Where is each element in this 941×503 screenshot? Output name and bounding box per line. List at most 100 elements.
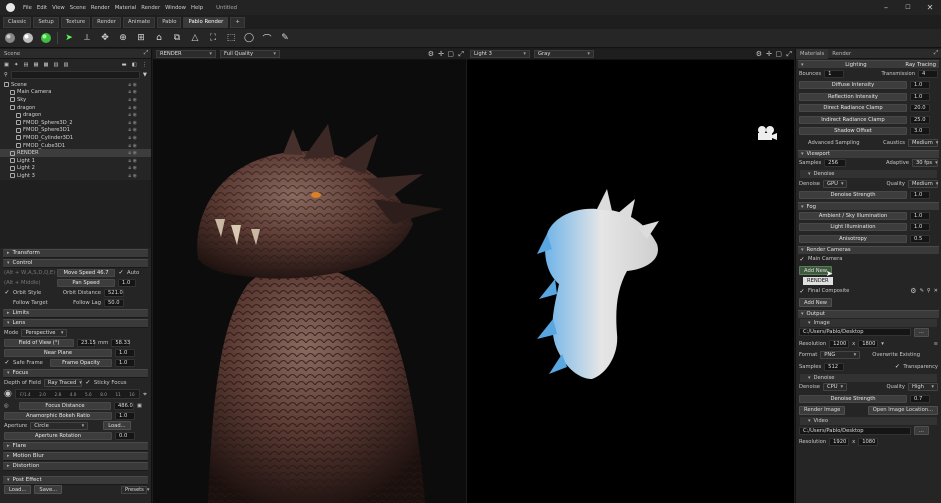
resolution-width-field[interactable]: 1200: [829, 339, 850, 348]
menu-render-2[interactable]: Render: [141, 5, 160, 11]
quality-dropdown[interactable]: Medium: [908, 179, 938, 188]
scene-tree-item[interactable]: Scene 🔒︎ ◉: [0, 81, 151, 89]
shadow-offset-field[interactable]: 3.0: [910, 127, 930, 136]
lock-visibility-icon[interactable]: 🔒︎ ◉: [128, 173, 137, 179]
subsection-output-denoise[interactable]: Denoise: [800, 373, 937, 382]
post-load-button[interactable]: Load...: [4, 485, 32, 495]
scene-tree-item[interactable]: dragon 🔒︎ ◉: [0, 104, 151, 112]
select-arrow-icon[interactable]: ➤: [62, 31, 76, 45]
scene-tree-item[interactable]: FMOD_Cylinder3D1 🔒︎ ◉: [0, 134, 151, 142]
focus-distance-slider[interactable]: Focus Distance: [19, 401, 111, 410]
tab-materials[interactable]: Materials: [796, 49, 829, 59]
camera-add-icon[interactable]: ▣: [4, 62, 9, 68]
ambient-slider[interactable]: Ambient / Sky Illumination: [799, 211, 907, 220]
quality-dropdown[interactable]: Full Quality: [220, 50, 280, 58]
fov-field[interactable]: 23.15: [77, 338, 96, 347]
crosshair-icon[interactable]: ✛: [438, 50, 444, 58]
aperture-rotation-field[interactable]: 0.0: [115, 431, 135, 440]
pan-speed-slider[interactable]: Pan Speed: [57, 278, 115, 287]
reflection-intensity-field[interactable]: 1.0: [910, 92, 930, 101]
camera-icon[interactable]: [756, 125, 778, 146]
follow-target-checkbox[interactable]: [4, 300, 10, 306]
light-viewport[interactable]: Light 3 Gray ⚙ ✛ ▢ ⤢: [467, 49, 794, 503]
aperture-load-button[interactable]: Load...: [103, 421, 131, 431]
film-icon[interactable]: ▦: [33, 62, 38, 68]
camera-dropdown[interactable]: Light 3: [470, 50, 530, 58]
near-plane-field[interactable]: 1.0: [115, 348, 135, 357]
scene-tree-item[interactable]: FMOD_Sphere3D_2 🔒︎ ◉: [0, 119, 151, 127]
lock-visibility-icon[interactable]: 🔒︎ ◉: [128, 127, 137, 133]
menu-edit[interactable]: Edit: [37, 5, 47, 11]
aperture-dropdown[interactable]: Circle: [30, 421, 89, 430]
focus-distance-field[interactable]: 486.0: [114, 401, 134, 410]
advanced-sampling-checkbox[interactable]: [799, 140, 805, 146]
output-denoise-dropdown[interactable]: CPU: [822, 383, 847, 392]
indirect-clamp-field[interactable]: 25.0: [910, 115, 930, 124]
scene-tree-item[interactable]: FMOD_Sphere3D1 🔒︎ ◉: [0, 127, 151, 135]
move-speed-slider[interactable]: Move Speed 46.7: [57, 268, 115, 277]
mm-field[interactable]: 58.33: [111, 338, 131, 347]
caustics-dropdown[interactable]: Medium: [908, 138, 938, 147]
render-image-button[interactable]: Render Image: [799, 405, 846, 415]
final-composite-checkbox[interactable]: ✓: [799, 288, 805, 295]
menu-window[interactable]: Window: [165, 5, 186, 11]
section-motion-blur[interactable]: Motion Blur: [3, 451, 148, 461]
lock-visibility-icon[interactable]: 🔒︎ ◉: [128, 105, 137, 111]
video-path-field[interactable]: C:/Users/Pablo/Desktop: [799, 426, 911, 435]
anamorphic-field[interactable]: 1.0: [115, 411, 135, 420]
add-new-composite-button[interactable]: Add New: [799, 298, 833, 308]
aperture-rotation-slider[interactable]: Aperture Rotation: [4, 431, 112, 440]
fstop-scale[interactable]: F/1.4 2.0 2.8 4.0 5.6 8.0 11 16: [14, 389, 141, 400]
section-render-cameras[interactable]: Render Cameras: [798, 245, 939, 254]
subsection-denoise[interactable]: Denoise: [800, 170, 937, 178]
section-focus[interactable]: Focus: [3, 368, 148, 378]
lock-visibility-icon[interactable]: 🔒︎ ◉: [128, 150, 137, 156]
diffuse-intensity-field[interactable]: 1.0: [910, 81, 930, 90]
lock-visibility-icon[interactable]: 🔒︎ ◉: [128, 165, 137, 171]
search-icon[interactable]: ⚲: [4, 72, 8, 78]
gear-icon[interactable]: ⚙: [910, 287, 916, 295]
video-resolution-width-field[interactable]: 1920: [829, 438, 850, 447]
gear-icon[interactable]: ⚙: [428, 50, 434, 58]
direct-clamp-slider[interactable]: Direct Radiance Clamp: [799, 104, 907, 113]
anamorphic-slider[interactable]: Anamorphic Bokeh Ratio: [4, 411, 112, 420]
open-image-location-button[interactable]: Open Image Location...: [867, 405, 938, 415]
section-control[interactable]: Control: [3, 258, 148, 268]
pyramid-icon[interactable]: △: [188, 31, 202, 45]
tab-render[interactable]: Render: [92, 16, 121, 28]
reflection-intensity-slider[interactable]: Reflection Intensity: [799, 92, 907, 101]
lock-visibility-icon[interactable]: 🔒︎ ◉: [128, 143, 137, 149]
auto-checkbox[interactable]: ✓: [118, 269, 124, 276]
section-post-effect[interactable]: Post Effect: [3, 475, 148, 485]
transform-axes-icon[interactable]: ⟂: [80, 31, 94, 45]
direct-clamp-field[interactable]: 20.0: [910, 104, 930, 113]
search-icon[interactable]: ⚲: [927, 288, 931, 294]
menu-file[interactable]: File: [23, 5, 32, 11]
transmission-field[interactable]: 4: [918, 69, 938, 78]
quality-dropdown[interactable]: Gray: [534, 50, 594, 58]
output-denoise-strength-slider[interactable]: Denoise Strength: [799, 394, 907, 403]
marquee-select-icon[interactable]: ⬚: [224, 31, 238, 45]
menu-scene[interactable]: Scene: [70, 5, 86, 11]
shadow-offset-slider[interactable]: Shadow Offset: [799, 127, 907, 136]
section-lighting[interactable]: Lighting Ray Tracing: [798, 60, 939, 68]
tab-pablo-render[interactable]: Pablo Render: [183, 16, 229, 28]
section-viewport[interactable]: Viewport: [798, 149, 939, 158]
presets-dropdown[interactable]: Presets: [121, 485, 147, 494]
lock-visibility-icon[interactable]: 🔒︎ ◉: [128, 135, 137, 141]
scene-tree-item[interactable]: Main Camera 🔒︎ ◉: [0, 89, 151, 97]
resolution-preset-icon[interactable]: ▾: [881, 341, 884, 347]
focus-lock-icon[interactable]: ▣: [137, 403, 142, 409]
tab-render[interactable]: Render: [828, 51, 855, 57]
scene-tree-item[interactable]: Light 1 🔒︎ ◉: [0, 157, 151, 165]
menu-help[interactable]: Help: [191, 5, 203, 11]
tab-setup[interactable]: Setup: [33, 16, 59, 28]
rotate-globe-icon[interactable]: ⊕: [116, 31, 130, 45]
expand-icon[interactable]: ⤢: [144, 50, 148, 57]
sphere-green-icon[interactable]: [39, 31, 53, 45]
section-fog[interactable]: Fog: [798, 202, 939, 210]
transparency-checkbox[interactable]: ✓: [894, 363, 900, 370]
focus-picker-icon[interactable]: ◎: [4, 403, 16, 409]
lock-visibility-icon[interactable]: 🔒︎ ◉: [128, 112, 137, 118]
sticky-focus-checkbox[interactable]: ✓: [85, 379, 91, 386]
